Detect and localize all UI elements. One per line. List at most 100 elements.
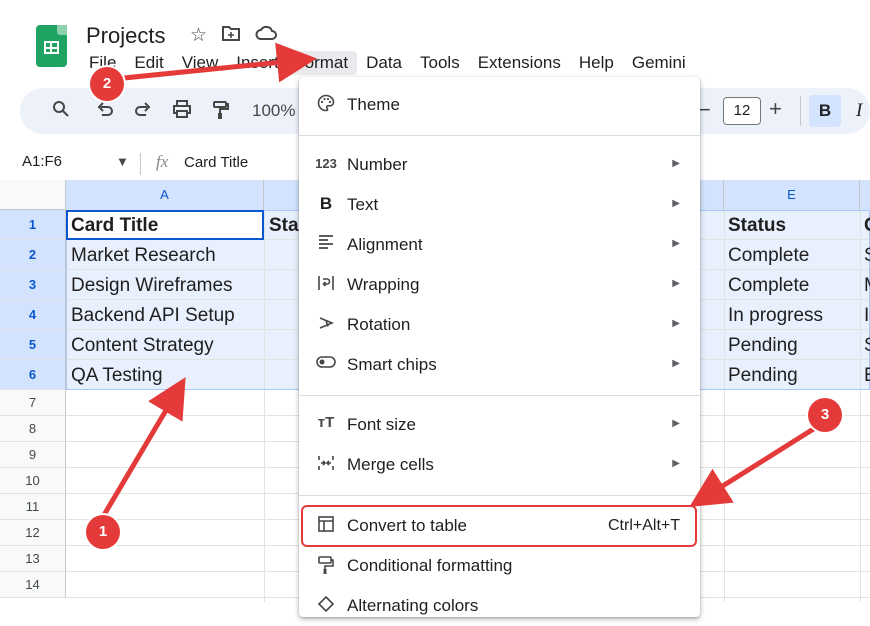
menu-item-alignment[interactable]: Alignment ▶ xyxy=(299,225,700,265)
search-icon[interactable] xyxy=(52,100,70,123)
row-header-10[interactable]: 10 xyxy=(0,468,66,494)
sheets-logo-icon[interactable] xyxy=(36,25,67,67)
select-all-corner[interactable] xyxy=(0,180,66,210)
cell-b1[interactable]: Sta xyxy=(269,215,299,237)
bold-text-icon: B xyxy=(319,194,333,213)
cell-a4[interactable]: Backend API Setup xyxy=(71,305,235,327)
redo-icon[interactable] xyxy=(134,100,152,123)
cell-f2[interactable]: S xyxy=(864,245,870,267)
convert-to-table-highlight xyxy=(301,505,697,547)
cloud-icon[interactable] xyxy=(255,24,278,48)
menu-item-label: Smart chips xyxy=(347,355,437,374)
row-header-14[interactable]: 14 xyxy=(0,572,66,598)
submenu-arrow-icon: ▶ xyxy=(672,198,680,209)
star-icon[interactable]: ☆ xyxy=(190,24,207,48)
row-header-11[interactable]: 11 xyxy=(0,494,66,520)
palette-icon xyxy=(315,94,337,117)
chevron-down-icon[interactable]: ▼ xyxy=(116,154,129,169)
row-header-6[interactable]: 6 xyxy=(0,360,66,390)
align-left-icon xyxy=(315,234,337,255)
menu-item-label: Font size xyxy=(347,415,416,434)
name-box[interactable]: A1:F6 xyxy=(22,153,62,170)
cell-a5[interactable]: Content Strategy xyxy=(71,335,214,357)
row-header-1[interactable]: 1 xyxy=(0,210,66,240)
zoom-select[interactable]: 100% xyxy=(252,101,295,121)
submenu-arrow-icon: ▶ xyxy=(672,418,680,429)
font-size-icon: тT xyxy=(317,414,335,431)
menu-tools[interactable]: Tools xyxy=(411,51,469,75)
step-3-badge: 3 xyxy=(808,398,842,432)
increase-font-size-button[interactable]: + xyxy=(769,96,782,122)
menu-divider xyxy=(299,395,700,396)
cell-f3[interactable]: M xyxy=(864,275,870,297)
menu-item-label: Wrapping xyxy=(347,275,420,294)
step-2-badge: 2 xyxy=(90,67,124,101)
cell-a3[interactable]: Design Wireframes xyxy=(71,275,233,297)
submenu-arrow-icon: ▶ xyxy=(672,358,680,369)
cell-a2[interactable]: Market Research xyxy=(71,245,216,267)
cell-e5[interactable]: Pending xyxy=(728,335,798,357)
menu-gemini[interactable]: Gemini xyxy=(623,51,695,75)
menu-bar: File Edit View Insert Format Data Tools … xyxy=(80,50,695,76)
cell-a6[interactable]: QA Testing xyxy=(71,365,163,387)
menu-item-merge-cells[interactable]: Merge cells ▶ xyxy=(299,445,700,485)
menu-item-label: Merge cells xyxy=(347,455,434,474)
toolbar-divider xyxy=(800,96,801,126)
submenu-arrow-icon: ▶ xyxy=(672,158,680,169)
menu-item-label: Alternating colors xyxy=(347,596,479,615)
row-header-13[interactable]: 13 xyxy=(0,546,66,572)
undo-icon[interactable] xyxy=(96,100,114,123)
paint-format-icon[interactable] xyxy=(212,100,230,125)
row-header-9[interactable]: 9 xyxy=(0,442,66,468)
folder-icon[interactable] xyxy=(221,24,241,48)
menu-item-smart-chips[interactable]: Smart chips ▶ xyxy=(299,345,700,385)
menu-insert[interactable]: Insert xyxy=(227,51,285,75)
italic-button[interactable]: I xyxy=(856,100,862,122)
formula-bar-divider xyxy=(140,153,141,175)
menu-item-rotation[interactable]: Rotation ▶ xyxy=(299,305,700,345)
cell-f6[interactable]: E xyxy=(864,365,870,387)
menu-item-alternating-colors[interactable]: Alternating colors xyxy=(299,586,700,626)
row-header-12[interactable]: 12 xyxy=(0,520,66,546)
document-title[interactable]: Projects xyxy=(86,23,165,49)
submenu-arrow-icon: ▶ xyxy=(672,458,680,469)
cell-e1[interactable]: Status xyxy=(728,215,786,237)
cell-f1[interactable]: C xyxy=(864,215,870,237)
menu-format[interactable]: Format xyxy=(285,51,358,75)
menu-item-label: Theme xyxy=(347,95,400,114)
cell-e3[interactable]: Complete xyxy=(728,275,809,297)
row-header-3[interactable]: 3 xyxy=(0,270,66,300)
formula-input[interactable]: Card Title xyxy=(184,154,248,171)
menu-extensions[interactable]: Extensions xyxy=(469,51,570,75)
column-header-f[interactable] xyxy=(860,180,870,210)
row-header-5[interactable]: 5 xyxy=(0,330,66,360)
menu-item-conditional-formatting[interactable]: Conditional formatting xyxy=(299,546,700,586)
column-header-e[interactable]: E xyxy=(724,180,860,210)
menu-view[interactable]: View xyxy=(173,51,228,75)
menu-edit[interactable]: Edit xyxy=(125,51,172,75)
menu-data[interactable]: Data xyxy=(357,51,411,75)
row-header-7[interactable]: 7 xyxy=(0,390,66,416)
row-header-8[interactable]: 8 xyxy=(0,416,66,442)
bold-button[interactable]: B xyxy=(809,95,841,127)
menu-item-font-size[interactable]: тT Font size ▶ xyxy=(299,405,700,445)
row-header-4[interactable]: 4 xyxy=(0,300,66,330)
menu-item-label: Number xyxy=(347,155,408,174)
alternating-colors-icon xyxy=(315,595,337,618)
cell-e4[interactable]: In progress xyxy=(728,305,823,327)
cell-f4[interactable]: I xyxy=(864,305,870,327)
cell-a1[interactable]: Card Title xyxy=(71,215,158,237)
submenu-arrow-icon: ▶ xyxy=(672,318,680,329)
menu-help[interactable]: Help xyxy=(570,51,623,75)
cell-e2[interactable]: Complete xyxy=(728,245,809,267)
row-header-2[interactable]: 2 xyxy=(0,240,66,270)
font-size-input[interactable]: 12 xyxy=(723,97,761,125)
menu-item-number[interactable]: 123 Number ▶ xyxy=(299,145,700,185)
cell-e6[interactable]: Pending xyxy=(728,365,798,387)
column-header-a[interactable]: A xyxy=(66,180,264,210)
menu-item-theme[interactable]: Theme xyxy=(299,85,700,125)
cell-f5[interactable]: S xyxy=(864,335,870,357)
print-icon[interactable] xyxy=(172,100,192,123)
menu-item-wrapping[interactable]: Wrapping ▶ xyxy=(299,265,700,305)
menu-item-text[interactable]: B Text ▶ xyxy=(299,185,700,225)
